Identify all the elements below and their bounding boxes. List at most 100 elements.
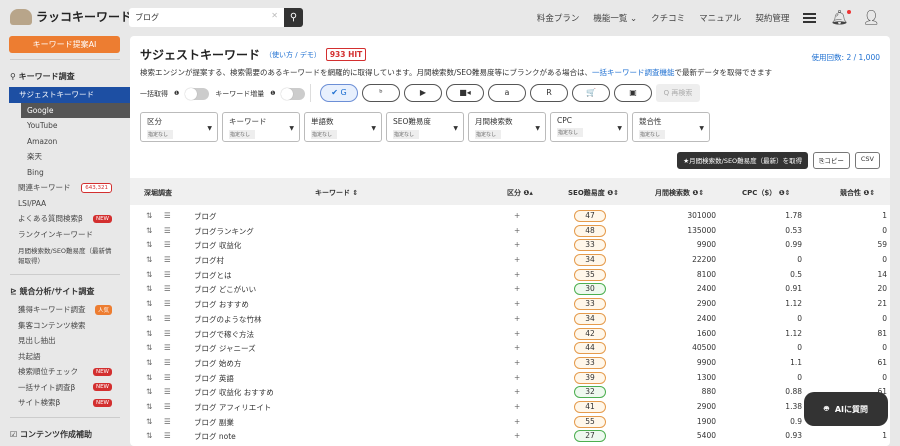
- keyword-cell[interactable]: ブログで稼ぐ方法: [194, 329, 254, 340]
- filter-dropdown[interactable]: SEO難易度指定なし▼: [386, 112, 464, 142]
- deep-dive-icon[interactable]: ⇅: [146, 417, 152, 426]
- deep-dive-icon[interactable]: ⇅: [146, 373, 152, 382]
- nav-reviews[interactable]: クチコミ: [651, 12, 685, 24]
- deep-dive-icon[interactable]: ⇅: [146, 358, 152, 367]
- sidebar-item[interactable]: よくある質問検索βNEW: [0, 211, 130, 227]
- deep-dive-icon[interactable]: ⇅: [146, 314, 152, 323]
- search-button[interactable]: ⚲: [284, 8, 303, 27]
- plus-icon[interactable]: +: [514, 314, 520, 323]
- keyword-cell[interactable]: ブログ 収益化 おすすめ: [194, 387, 274, 398]
- deep-dive-icon[interactable]: ⇅: [146, 299, 152, 308]
- deep-dive-icon[interactable]: ⇅: [146, 255, 152, 264]
- plus-icon[interactable]: +: [514, 358, 520, 367]
- plus-icon[interactable]: +: [514, 329, 520, 338]
- keyword-cell[interactable]: ブログ どこがいい: [194, 284, 256, 295]
- sidebar-item[interactable]: LSI/PAA: [0, 196, 130, 212]
- keyword-cell[interactable]: ブログ: [194, 211, 217, 222]
- engine-button[interactable]: R: [530, 84, 568, 102]
- deep-dive-icon[interactable]: ⇅: [146, 387, 152, 396]
- list-icon[interactable]: ☰: [164, 343, 171, 352]
- col-volume[interactable]: 月間検索数 ❶⇕: [655, 188, 704, 198]
- keyword-cell[interactable]: ブログ アフィリエイト: [194, 402, 271, 413]
- plus-icon[interactable]: +: [514, 284, 520, 293]
- filter-dropdown[interactable]: 月間検索数指定なし▼: [468, 112, 546, 142]
- research-button[interactable]: Q 再検索: [656, 84, 700, 102]
- fetch-latest-button[interactable]: ★月間検索数/SEO難易度（最新）を取得: [677, 152, 808, 169]
- menu-icon[interactable]: [803, 13, 816, 23]
- plus-icon[interactable]: +: [514, 226, 520, 235]
- list-icon[interactable]: ☰: [164, 211, 171, 220]
- plus-icon[interactable]: +: [514, 402, 520, 411]
- filter-dropdown[interactable]: キーワード指定なし▼: [222, 112, 300, 142]
- nav-contract[interactable]: 契約管理: [755, 12, 789, 24]
- deep-dive-icon[interactable]: ⇅: [146, 343, 152, 352]
- plus-icon[interactable]: +: [514, 299, 520, 308]
- list-icon[interactable]: ☰: [164, 270, 171, 279]
- list-icon[interactable]: ☰: [164, 373, 171, 382]
- list-icon[interactable]: ☰: [164, 284, 171, 293]
- sidebar-item[interactable]: 月間検索数/SEO難易度（最新情報取得）: [0, 242, 130, 268]
- keyword-cell[interactable]: ブログとは: [194, 270, 232, 281]
- nav-manual[interactable]: マニュアル: [699, 12, 741, 24]
- deep-dive-icon[interactable]: ⇅: [146, 211, 152, 220]
- bulk-keyword-link[interactable]: 一括キーワード調査機能: [592, 68, 675, 77]
- plus-icon[interactable]: +: [514, 417, 520, 426]
- sidebar-item[interactable]: Google: [21, 103, 130, 119]
- csv-button[interactable]: CSV: [855, 152, 880, 169]
- engine-button[interactable]: ᵇ: [362, 84, 400, 102]
- keyword-cell[interactable]: ブログ 副業: [194, 417, 234, 428]
- engine-button[interactable]: ▶: [404, 84, 442, 102]
- copy-button[interactable]: ⎘コピー: [813, 152, 850, 169]
- sidebar-item[interactable]: 一括サイト調査βNEW: [0, 380, 130, 396]
- list-icon[interactable]: ☰: [164, 299, 171, 308]
- engine-button[interactable]: a: [488, 84, 526, 102]
- col-seo[interactable]: SEO難易度 ❶⇕: [568, 188, 619, 198]
- bell-icon[interactable]: 🔔︎: [830, 10, 848, 26]
- nav-features[interactable]: 機能一覧 ⌄: [593, 12, 637, 24]
- list-icon[interactable]: ☰: [164, 240, 171, 249]
- list-icon[interactable]: ☰: [164, 417, 171, 426]
- filter-dropdown[interactable]: 競合性指定なし▼: [632, 112, 710, 142]
- plus-icon[interactable]: +: [514, 240, 520, 249]
- deep-dive-icon[interactable]: ⇅: [146, 402, 152, 411]
- sidebar-item[interactable]: サジェストキーワード: [9, 87, 130, 103]
- sidebar-item[interactable]: YouTube: [0, 118, 130, 134]
- ai-chat-button[interactable]: 🤖︎AIに質問: [804, 392, 888, 426]
- deep-dive-icon[interactable]: ⇅: [146, 284, 152, 293]
- plus-icon[interactable]: +: [514, 373, 520, 382]
- keyword-cell[interactable]: ブログランキング: [194, 226, 254, 237]
- list-icon[interactable]: ☰: [164, 255, 171, 264]
- plus-icon[interactable]: +: [514, 270, 520, 279]
- list-icon[interactable]: ☰: [164, 387, 171, 396]
- sidebar-item[interactable]: 検索順位チェックNEW: [0, 364, 130, 380]
- col-cpc[interactable]: CPC（$） ❶⇕: [742, 188, 791, 198]
- sidebar-item[interactable]: 関連キーワード643,321: [0, 180, 130, 196]
- list-icon[interactable]: ☰: [164, 329, 171, 338]
- filter-dropdown[interactable]: CPC指定なし▼: [550, 112, 628, 142]
- keyword-cell[interactable]: ブログ note: [194, 431, 236, 442]
- engine-button[interactable]: ✔ G: [320, 84, 358, 102]
- col-competition[interactable]: 競合性 ❶⇕: [840, 188, 875, 198]
- list-icon[interactable]: ☰: [164, 402, 171, 411]
- deep-dive-icon[interactable]: ⇅: [146, 270, 152, 279]
- keyword-cell[interactable]: ブログ おすすめ: [194, 299, 249, 310]
- keyword-cell[interactable]: ブログ ジャニーズ: [194, 343, 256, 354]
- engine-button[interactable]: ■◂: [446, 84, 484, 102]
- deep-dive-icon[interactable]: ⇅: [146, 226, 152, 235]
- plus-icon[interactable]: +: [514, 211, 520, 220]
- sidebar-item[interactable]: Amazon: [0, 134, 130, 150]
- sidebar-item[interactable]: 獲得キーワード調査人気: [0, 302, 130, 318]
- sidebar-item[interactable]: 楽天: [0, 149, 130, 165]
- keyword-cell[interactable]: ブログ 英語: [194, 373, 234, 384]
- sidebar-item[interactable]: ランクインキーワード: [0, 227, 130, 243]
- plus-icon[interactable]: +: [514, 255, 520, 264]
- deep-dive-icon[interactable]: ⇅: [146, 240, 152, 249]
- keyword-cell[interactable]: ブログ村: [194, 255, 224, 266]
- col-type[interactable]: 区分 ❶▴: [507, 188, 533, 198]
- sidebar-item[interactable]: Bing: [0, 165, 130, 181]
- engine-button[interactable]: ▣: [614, 84, 652, 102]
- plus-icon[interactable]: +: [514, 387, 520, 396]
- list-icon[interactable]: ☰: [164, 226, 171, 235]
- keyword-cell[interactable]: ブログ 収益化: [194, 240, 241, 251]
- keyword-ai-button[interactable]: キーワード提案AI: [9, 36, 120, 53]
